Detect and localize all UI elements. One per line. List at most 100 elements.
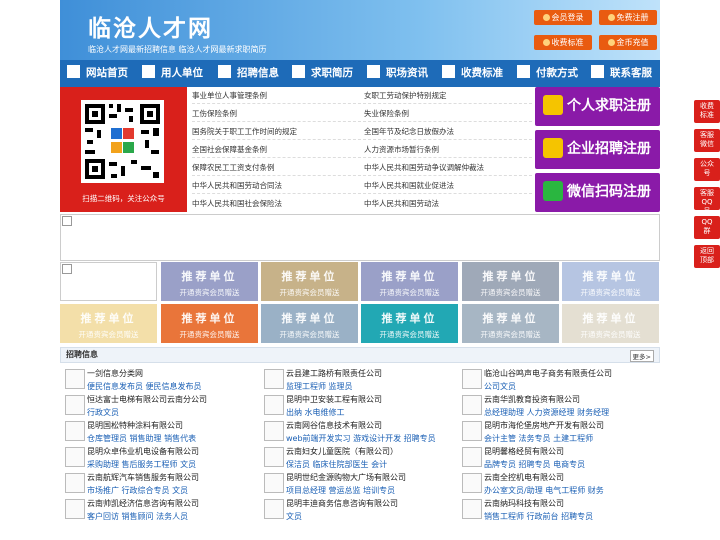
company-name[interactable]: 昆明市海伦堡房地产开发有限公司 — [484, 420, 604, 431]
job-positions[interactable]: 便民信息发布员 便民信息发布员 — [87, 381, 202, 392]
job-listing[interactable]: 云南帅凯经济信息咨询有限公司 客户回访 销售顾问 法务人员 — [60, 497, 250, 523]
nav-home[interactable]: 网站首页 — [67, 60, 128, 87]
job-positions[interactable]: 会计主管 法务专员 土建工程师 — [484, 433, 593, 444]
side-button[interactable]: 公众 号 — [694, 158, 720, 181]
company-name[interactable]: 云南网谷信息技术有限公司 — [286, 420, 382, 431]
regulation-link[interactable]: 失业保险条例 — [364, 108, 409, 119]
nav-jobs[interactable]: 招聘信息 — [218, 60, 279, 87]
job-positions[interactable]: 客户回访 销售顾问 法务人员 — [87, 511, 188, 522]
job-positions[interactable]: 销售工程师 行政前台 招聘专员 — [484, 511, 593, 522]
job-listing[interactable]: 云南全控机电有限公司办公室文员/助理 电气工程师 财务 — [457, 471, 647, 497]
more-link[interactable]: 更多> — [629, 350, 654, 362]
recommend-tile[interactable]: 推荐单位 开通贵宾会员赠送 — [361, 262, 458, 301]
job-positions[interactable]: 保洁员 临床住院部医生 会计 — [286, 459, 387, 470]
job-listing[interactable]: 昆明国松特种涂料有限公司仓库管理员 销售助理 销售代表 — [60, 419, 250, 445]
register-button[interactable]: 免费注册 — [599, 10, 657, 25]
company-name[interactable]: 临沧山谷鸣声电子商务有限责任公司 — [484, 368, 612, 379]
company-name[interactable]: 昆明馨格经贸有限公司 — [484, 446, 564, 457]
personal-register-button[interactable]: 个人求职注册 — [535, 87, 660, 126]
recharge-button[interactable]: 金币充值 — [599, 35, 657, 50]
login-button[interactable]: 会员登录 — [534, 10, 592, 25]
job-listing[interactable]: 恒达富士电梯有限公司云南分公司 行政文员 — [60, 393, 250, 419]
job-positions[interactable]: 品牌专员 招聘专员 电商专员 — [484, 459, 585, 470]
job-listing[interactable]: 云南网谷信息技术有限公司 web前端开发实习 游戏设计开发 招聘专员 — [259, 419, 449, 445]
job-positions[interactable]: 总经理助理 人力资源经理 财务经理 — [484, 407, 609, 418]
company-name[interactable]: 云县建工路桥有限责任公司 — [286, 368, 382, 379]
job-positions[interactable]: 出纳 水电维修工 — [286, 407, 345, 418]
nav-news[interactable]: 职场资讯 — [367, 60, 428, 87]
job-listing[interactable]: 昆明众卓伟业机电设备有限公司 采购助理 售后服务工程师 文员 — [60, 445, 250, 471]
job-positions[interactable]: 市场推广 行政综合专员 文员 — [87, 485, 188, 496]
job-listing[interactable]: 云南华凯教育投资有限公司总经理助理 人力资源经理 财务经理 — [457, 393, 647, 419]
job-listing[interactable]: 云南妇女儿童医院（有限公司） 保洁员 临床住院部医生 会计 — [259, 445, 449, 471]
side-button[interactable]: 返回 顶部 — [694, 245, 720, 268]
regulation-link[interactable]: 中华人民共和国劳动合同法 — [192, 180, 282, 191]
company-name[interactable]: 昆明中卫安装工程有限公司 — [286, 394, 382, 405]
nav-contact[interactable]: 联系客服 — [591, 60, 652, 87]
job-listing[interactable]: 临沧山谷鸣声电子商务有限责任公司 公司文员 — [457, 367, 647, 393]
nav-employers[interactable]: 用人单位 — [142, 60, 203, 87]
job-positions[interactable]: 监理工程师 监理员 — [286, 381, 353, 392]
job-listing[interactable]: 昆明世纪金源购物大广场有限公司 项目总经理 营运总监 培训专员 — [259, 471, 449, 497]
recommend-tile[interactable]: 推荐单位 开通贵宾会员赠送 — [261, 304, 358, 343]
job-listing[interactable]: 云南航辉汽车销售服务有限公司 市场推广 行政综合专员 文员 — [60, 471, 250, 497]
nav-resumes[interactable]: 求职简历 — [292, 60, 353, 87]
side-button[interactable]: 客服 微信 — [694, 129, 720, 152]
company-name[interactable]: 昆明丰迪商务信息咨询有限公司 — [286, 498, 398, 509]
recommend-tile[interactable]: 推荐单位 开通贵宾会员赠送 — [161, 304, 258, 343]
recommend-tile[interactable]: 推荐单位 开通贵宾会员赠送 — [60, 304, 157, 343]
recommend-tile[interactable]: 推荐单位 开通贵宾会员赠送 — [462, 304, 559, 343]
recommend-tile[interactable]: 推荐单位 开通贵宾会员赠送 — [161, 262, 258, 301]
site-title[interactable]: 临沧人才网 — [88, 9, 213, 43]
recommend-image-slot[interactable] — [60, 262, 157, 301]
job-listing[interactable]: 云县建工路桥有限责任公司 监理工程师 监理员 — [259, 367, 449, 393]
company-name[interactable]: 昆明世纪金源购物大广场有限公司 — [286, 472, 406, 483]
company-name[interactable]: 一剑信息分类网 — [87, 368, 143, 379]
regulation-link[interactable]: 中华人民共和国劳动争议调解仲裁法 — [364, 162, 484, 173]
side-button[interactable]: 客服 QQ 号 — [694, 187, 720, 215]
job-listing[interactable]: 云南纳玛科技有限公司销售工程师 行政前台 招聘专员 — [457, 497, 647, 523]
regulation-link[interactable]: 事业单位人事管理条例 — [192, 90, 267, 101]
side-button[interactable]: QQ 群 — [694, 216, 720, 239]
regulation-link[interactable]: 保障农民工工资支付条例 — [192, 162, 275, 173]
job-positions[interactable]: 仓库管理员 销售助理 销售代表 — [87, 433, 196, 444]
company-name[interactable]: 昆明众卓伟业机电设备有限公司 — [87, 446, 199, 457]
regulation-link[interactable]: 女职工劳动保护特别规定 — [364, 90, 447, 101]
company-name[interactable]: 昆明国松特种涂料有限公司 — [87, 420, 183, 431]
company-name[interactable]: 云南妇女儿童医院（有限公司） — [286, 446, 398, 457]
job-positions[interactable]: 公司文员 — [484, 381, 516, 392]
job-positions[interactable]: 文员 — [286, 511, 302, 522]
recommend-tile[interactable]: 推荐单位 开通贵宾会员赠送 — [261, 262, 358, 301]
side-button[interactable]: 收费 标准 — [694, 100, 720, 123]
job-positions[interactable]: 办公室文员/助理 电气工程师 财务 — [484, 485, 604, 496]
job-listing[interactable]: 昆明馨格经贸有限公司品牌专员 招聘专员 电商专员 — [457, 445, 647, 471]
job-listing[interactable]: 一剑信息分类网便民信息发布员 便民信息发布员 — [60, 367, 250, 393]
company-name[interactable]: 云南帅凯经济信息咨询有限公司 — [87, 498, 199, 509]
job-listing[interactable]: 昆明市海伦堡房地产开发有限公司 会计主管 法务专员 土建工程师 — [457, 419, 647, 445]
pricing-button[interactable]: 收费标准 — [534, 35, 592, 50]
company-name[interactable]: 云南纳玛科技有限公司 — [484, 498, 564, 509]
nav-payment[interactable]: 付款方式 — [517, 60, 578, 87]
recommend-tile[interactable]: 推荐单位 开通贵宾会员赠送 — [562, 304, 659, 343]
regulation-link[interactable]: 中华人民共和国就业促进法 — [364, 180, 454, 191]
recommend-tile[interactable]: 推荐单位 开通贵宾会员赠送 — [462, 262, 559, 301]
company-name[interactable]: 云南全控机电有限公司 — [484, 472, 564, 483]
job-positions[interactable]: web前端开发实习 游戏设计开发 招聘专员 — [286, 433, 436, 444]
regulation-link[interactable]: 中华人民共和国劳动法 — [364, 198, 439, 209]
wechat-register-button[interactable]: 微信扫码注册 — [535, 173, 660, 212]
recommend-tile[interactable]: 推荐单位 开通贵宾会员赠送 — [562, 262, 659, 301]
company-name[interactable]: 云南华凯教育投资有限公司 — [484, 394, 580, 405]
regulation-link[interactable]: 中华人民共和国社会保险法 — [192, 198, 282, 209]
job-positions[interactable]: 项目总经理 营运总监 培训专员 — [286, 485, 395, 496]
regulation-link[interactable]: 全国年节及纪念日放假办法 — [364, 126, 454, 137]
regulation-link[interactable]: 人力资源市场暂行条例 — [364, 144, 439, 155]
job-listing[interactable]: 昆明中卫安装工程有限公司 出纳 水电维修工 — [259, 393, 449, 419]
company-register-button[interactable]: 企业招聘注册 — [535, 130, 660, 169]
company-name[interactable]: 恒达富士电梯有限公司云南分公司 — [87, 394, 207, 405]
job-listing[interactable]: 昆明丰迪商务信息咨询有限公司 文员 — [259, 497, 449, 523]
regulation-link[interactable]: 全国社会保障基金条例 — [192, 144, 267, 155]
company-name[interactable]: 云南航辉汽车销售服务有限公司 — [87, 472, 199, 483]
regulation-link[interactable]: 工伤保险条例 — [192, 108, 237, 119]
nav-pricing[interactable]: 收费标准 — [442, 60, 503, 87]
banner-ad[interactable] — [60, 214, 660, 261]
